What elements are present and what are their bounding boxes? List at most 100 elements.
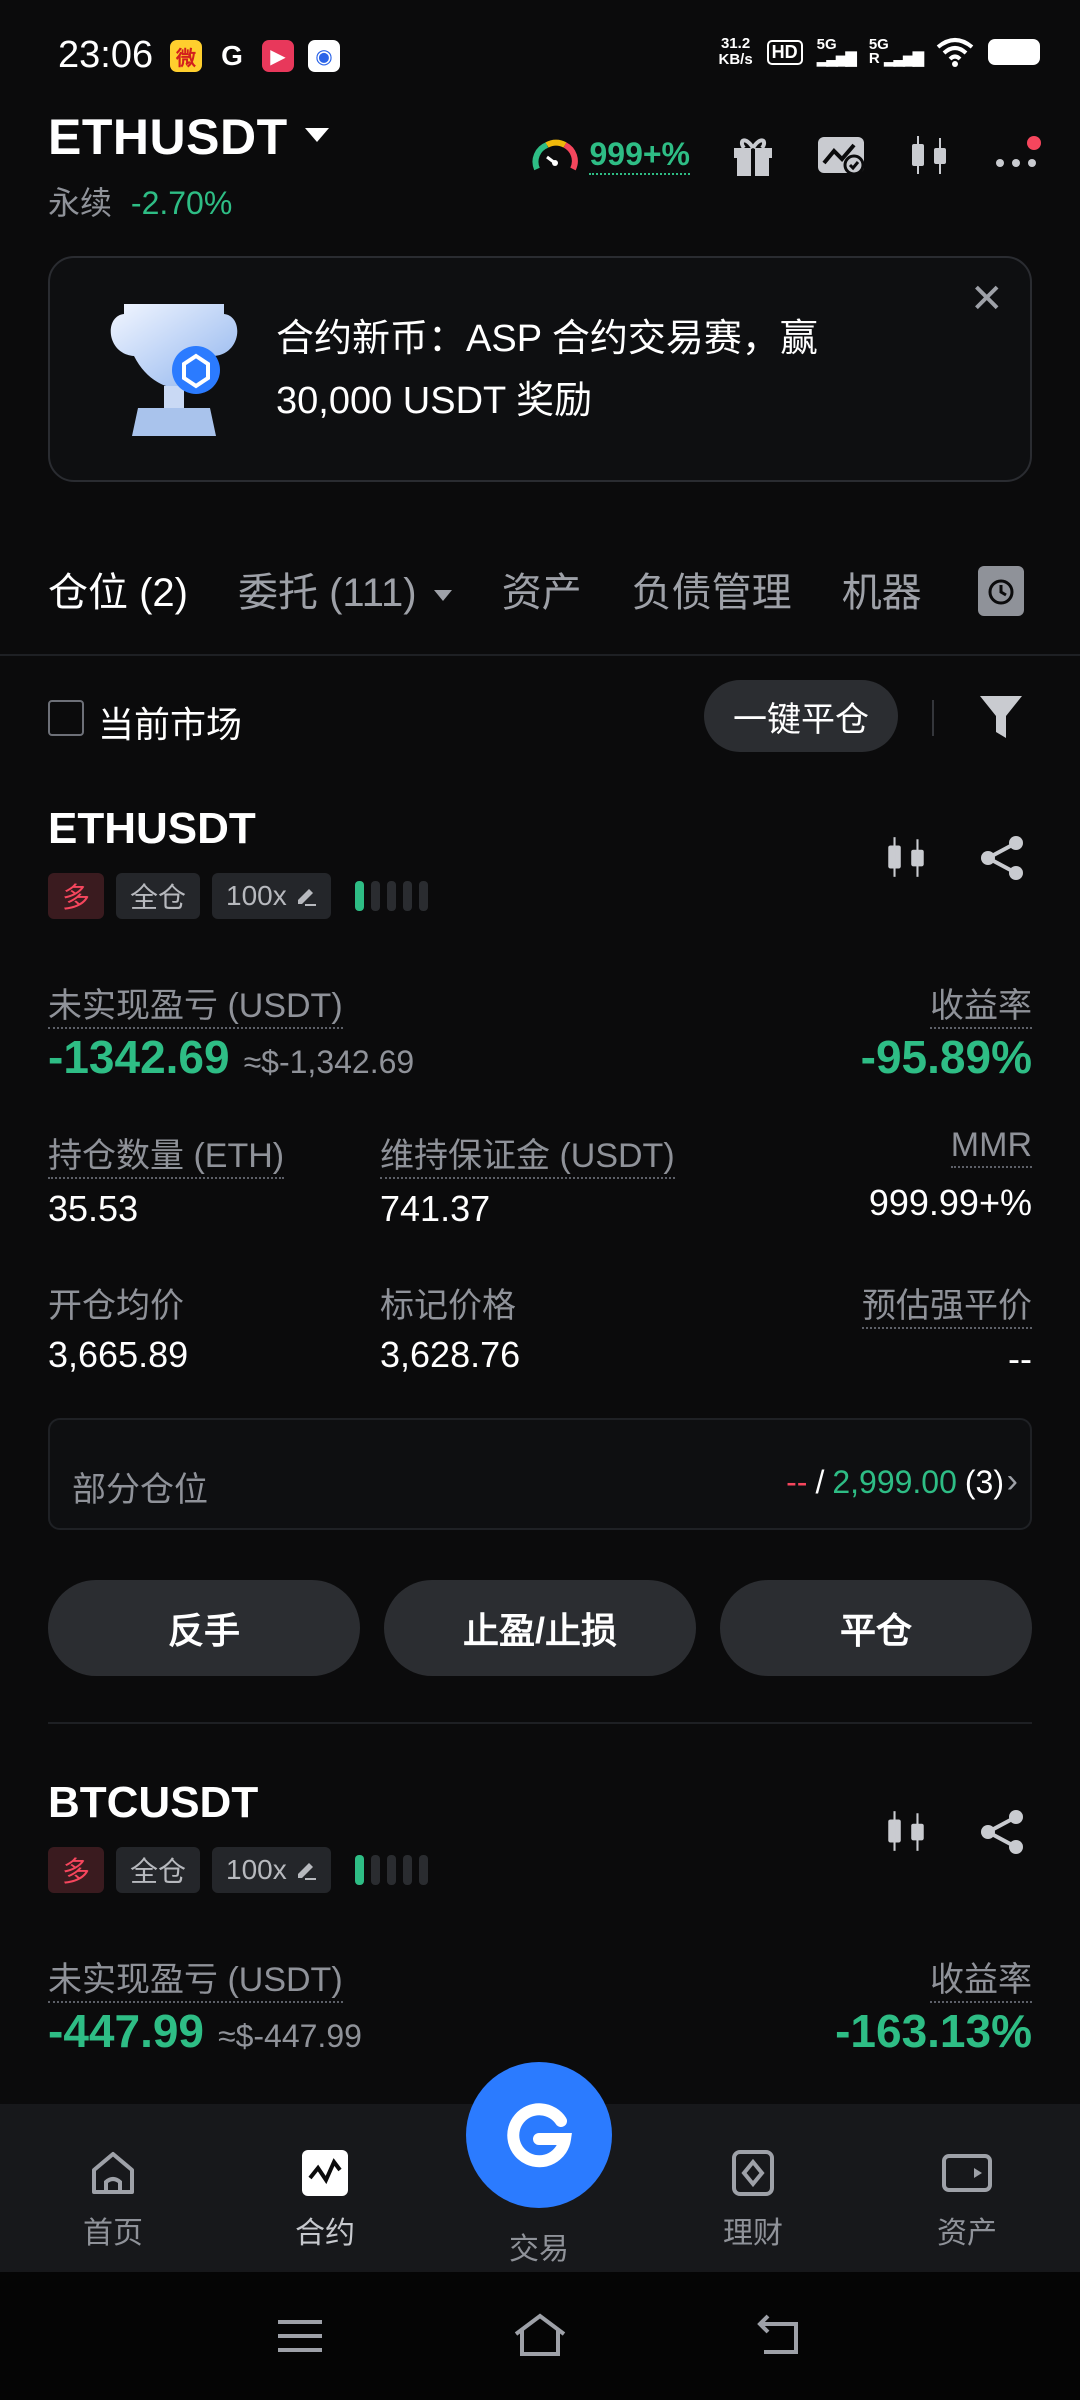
tab-assets[interactable]: 资产 — [502, 560, 582, 618]
history-doc-icon[interactable] — [978, 566, 1024, 616]
risk-meter[interactable]: 999+% — [531, 135, 690, 175]
gift-icon[interactable] — [728, 130, 778, 180]
trade-icon — [507, 2103, 572, 2168]
risk-value: 999+% — [589, 136, 690, 175]
liq-price-value: -- — [1008, 1338, 1032, 1379]
entry-price-label: 开仓均价 — [48, 1287, 184, 1325]
mmr-label[interactable]: MMR — [950, 1126, 1032, 1168]
unrealized-pnl-value: -447.99 — [48, 2005, 205, 2057]
status-right-cluster: 31.2 KB/s HD 5G ▂▃▅▇ 5G R ▂▃▅▇ — [718, 36, 1040, 68]
pair-subtitle: 永续 -2.70% — [48, 178, 232, 224]
size-value: 35.53 — [48, 1188, 139, 1229]
current-market-checkbox[interactable] — [48, 700, 84, 736]
baidu-icon: ◉ — [308, 40, 340, 72]
net-speed: 31.2 KB/s — [718, 35, 753, 68]
position-symbol[interactable]: BTCUSDT — [48, 1778, 258, 1828]
candlestick-icon[interactable] — [882, 832, 930, 882]
home-icon — [92, 2152, 134, 2194]
signal-icon: 5G ▂▃▅▇ — [816, 36, 857, 67]
roe-value: -163.13% — [835, 2005, 1032, 2057]
unrealized-pnl-label[interactable]: 未实现盈亏 (USDT) — [48, 1961, 343, 2003]
price-change: -2.70% — [130, 185, 233, 221]
status-bar: 23:06 微 G ▶ ◉ 31.2 KB/s HD 5G ▂▃▅▇ 5G R … — [0, 0, 1080, 110]
close-position-button[interactable]: 平仓 — [720, 1580, 1032, 1676]
futures-icon — [302, 2150, 348, 2196]
side-badge: 多 — [48, 873, 105, 919]
candlestick-icon[interactable] — [904, 130, 954, 180]
maint-margin-label[interactable]: 维持保证金 (USDT) — [380, 1137, 675, 1179]
unrealized-pnl-usd: ≈$-447.99 — [218, 2018, 362, 2054]
adl-indicator — [354, 881, 428, 911]
position-divider — [48, 1722, 1032, 1724]
roe-label[interactable]: 收益率 — [930, 987, 1032, 1029]
filter-icon[interactable] — [978, 692, 1024, 742]
side-badge: 多 — [48, 1847, 105, 1893]
back-icon[interactable] — [756, 2312, 804, 2356]
unrealized-pnl: -1342.69 ≈$-1,342.69 — [48, 1030, 414, 1084]
google-icon: G — [221, 40, 243, 71]
status-time: 23:06 — [58, 34, 154, 76]
unrealized-pnl-value: -1342.69 — [48, 1031, 230, 1083]
mark-price-value: 3,628.76 — [380, 1334, 521, 1375]
menu-icon[interactable] — [276, 2316, 324, 2356]
nav-trade-label[interactable]: 交易 — [464, 2224, 614, 2268]
trophy-icon — [110, 304, 238, 436]
nav-futures[interactable]: 合约 — [250, 2148, 400, 2252]
nav-assets[interactable]: 资产 — [892, 2148, 1042, 2252]
entry-price-value: 3,665.89 — [48, 1334, 189, 1375]
position-badges: 多 全仓 100x — [48, 1847, 428, 1893]
liq-price-label[interactable]: 预估强平价 — [862, 1287, 1032, 1329]
maint-margin-value: 741.37 — [380, 1188, 491, 1229]
battery-icon — [988, 39, 1040, 65]
pair-dropdown-icon[interactable] — [305, 128, 329, 142]
pair-title[interactable]: ETHUSDT — [48, 108, 288, 166]
nav-earn[interactable]: 理财 — [678, 2148, 828, 2252]
edit-icon — [297, 1863, 316, 1880]
tab-orders[interactable]: 委托 (111) — [238, 560, 452, 618]
margin-mode-badge[interactable]: 全仓 — [116, 873, 201, 919]
header-actions: 999+% — [531, 130, 1042, 180]
partial-positions-values: -- / 2,999.00 (3) — [786, 1464, 1004, 1500]
gauge-icon — [532, 139, 579, 171]
home-system-icon[interactable] — [512, 2310, 568, 2358]
leverage-badge[interactable]: 100x — [212, 1847, 331, 1893]
unrealized-pnl-usd: ≈$-1,342.69 — [243, 1044, 415, 1080]
earn-icon — [732, 2150, 774, 2196]
share-icon[interactable] — [978, 834, 1026, 882]
pnl-analysis-icon[interactable] — [816, 130, 866, 180]
video-app-icon: ▶ — [262, 40, 294, 72]
signal-icon-2: 5G R ▂▃▅▇ — [868, 36, 924, 67]
current-market-label[interactable]: 当前市场 — [98, 696, 242, 748]
trade-fab-button[interactable] — [466, 2062, 612, 2208]
share-icon[interactable] — [978, 1808, 1026, 1856]
edit-icon — [297, 889, 316, 906]
candlestick-icon[interactable] — [882, 1806, 930, 1856]
position-symbol[interactable]: ETHUSDT — [48, 804, 256, 854]
mmr-value: 999.99+% — [868, 1182, 1032, 1223]
tpsl-button[interactable]: 止盈/止损 — [384, 1580, 696, 1676]
weibo-icon: 微 — [170, 40, 202, 72]
tab-positions[interactable]: 仓位 (2) — [48, 560, 188, 618]
roe-value: -95.89% — [860, 1031, 1032, 1083]
more-icon[interactable] — [992, 130, 1042, 180]
unrealized-pnl-label[interactable]: 未实现盈亏 (USDT) — [48, 987, 343, 1029]
nav-home[interactable]: 首页 — [38, 2148, 188, 2252]
leverage-badge[interactable]: 100x — [212, 873, 331, 919]
size-label[interactable]: 持仓数量 (ETH) — [48, 1137, 285, 1179]
partial-positions-label: 部分仓位 — [72, 1471, 208, 1509]
reverse-button[interactable]: 反手 — [48, 1580, 360, 1676]
chevron-right-icon: › — [1006, 1462, 1018, 1500]
wifi-icon — [936, 38, 974, 67]
tab-bots[interactable]: 机器 — [842, 560, 922, 618]
mark-price-label: 标记价格 — [380, 1287, 516, 1325]
roe-label[interactable]: 收益率 — [930, 1961, 1032, 2003]
close-all-button[interactable]: 一键平仓 — [704, 680, 898, 752]
margin-mode-badge[interactable]: 全仓 — [116, 1847, 201, 1893]
filter-separator — [932, 700, 934, 736]
chevron-down-icon — [433, 589, 452, 601]
tab-liabilities[interactable]: 负债管理 — [632, 560, 792, 618]
banner-text[interactable]: 合约新币：ASP 合约交易赛，赢 30,000 USDT 奖励 — [276, 308, 926, 432]
hd-icon: HD — [766, 39, 803, 65]
close-icon[interactable]: ✕ — [970, 276, 1004, 322]
adl-indicator — [354, 1855, 428, 1885]
